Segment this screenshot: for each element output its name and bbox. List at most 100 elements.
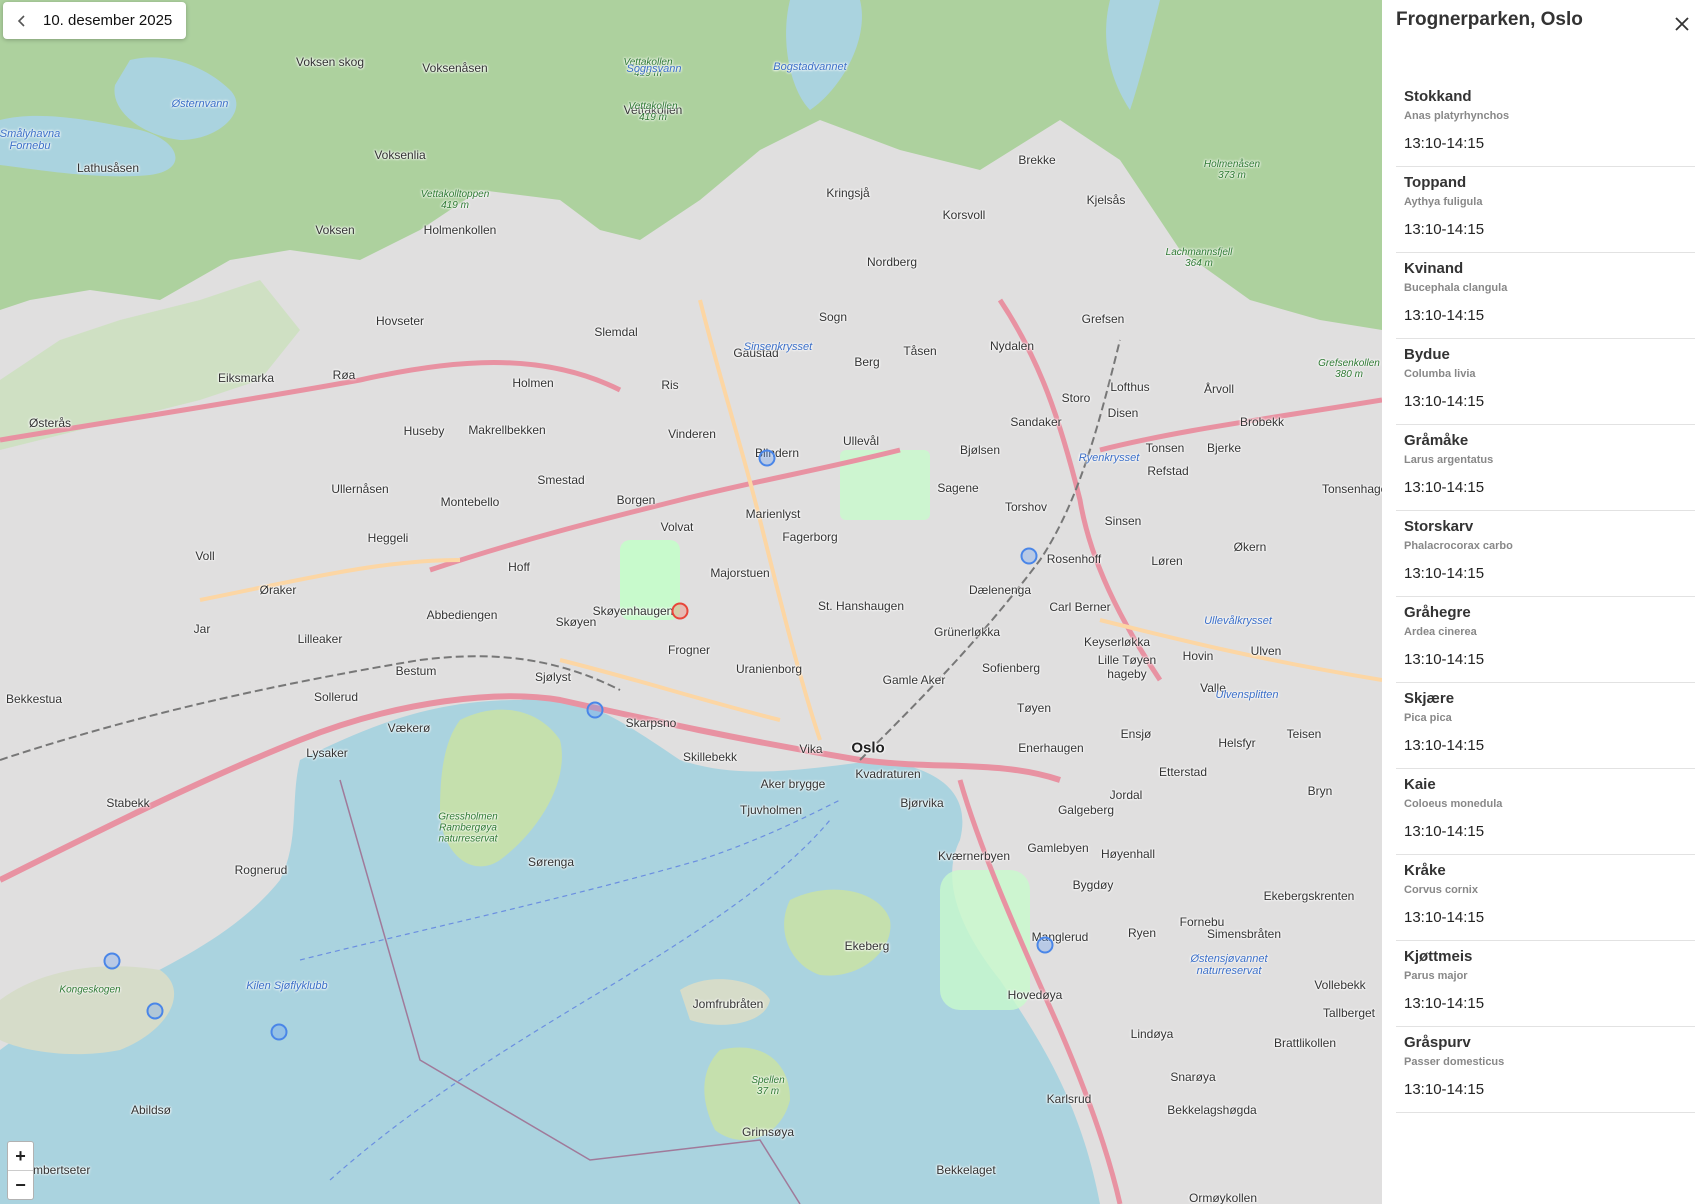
place-label: Bjørvika [900, 796, 944, 810]
place-label: Dælenenga [968, 583, 1032, 597]
place-label: Helsfyr [1218, 736, 1256, 750]
species-scientific-name: Bucephala clangula [1404, 282, 1508, 294]
sighting-marker[interactable] [146, 1002, 164, 1020]
place-label: Kilen Sjøflyklubb [246, 980, 328, 992]
species-scientific-name: Ardea cinerea [1404, 626, 1477, 638]
place-label: Nydalen [989, 339, 1035, 353]
place-label: Hovedøya [1007, 988, 1063, 1002]
place-label: Stabekk [106, 796, 150, 810]
place-label: Aker brygge [760, 777, 826, 791]
sighting-marker[interactable] [758, 449, 776, 467]
species-item[interactable]: Bydue Columba livia 13:10-14:15 [1396, 339, 1695, 425]
species-time: 13:10-14:15 [1404, 909, 1485, 926]
species-item[interactable]: Skjære Pica pica 13:10-14:15 [1396, 683, 1695, 769]
sighting-marker[interactable] [1036, 936, 1054, 954]
place-label: Gamle Aker [882, 673, 946, 687]
place-label: Borgen [616, 493, 656, 507]
species-scientific-name: Corvus cornix [1404, 884, 1478, 896]
place-label: Ullevål [842, 434, 880, 448]
place-label: Tallberget [1322, 1006, 1376, 1020]
place-label: Vettakolltoppen 419 m [420, 189, 490, 211]
place-label: Ormøykollen [1188, 1191, 1258, 1204]
place-label: Holmenåsen 373 m [1203, 159, 1261, 181]
species-name: Kvinand [1404, 260, 1464, 277]
species-name: Gråhegre [1404, 604, 1471, 621]
place-label: Tonsenhagen [1321, 482, 1382, 496]
sighting-marker[interactable] [103, 952, 121, 970]
place-label: Teisen [1286, 727, 1322, 741]
place-label: Tåsen [903, 344, 937, 358]
place-label: Grünerløkka [933, 625, 1001, 639]
place-label: Grimsøya [742, 1125, 794, 1139]
place-label: Kjelsås [1086, 193, 1126, 207]
place-label: Kvadraturen [855, 767, 921, 781]
place-label: Øraker [259, 583, 297, 597]
sighting-marker[interactable] [270, 1023, 288, 1041]
species-item[interactable]: Gråmåke Larus argentatus 13:10-14:15 [1396, 425, 1695, 511]
place-label: Ullernåsen [331, 482, 389, 496]
place-label: Jordal [1109, 788, 1143, 802]
place-label: Simensbråten [1206, 927, 1282, 941]
place-label: Volvat [660, 520, 694, 534]
species-scientific-name: Anas platyrhynchos [1404, 110, 1510, 122]
place-label: Lachmannsfjell 364 m [1165, 247, 1233, 269]
place-label: Gamlebyen [1027, 841, 1089, 855]
species-name: Stokkand [1404, 88, 1472, 105]
place-label: Spellen 37 m [751, 1075, 785, 1097]
species-list: Stokkand Anas platyrhynchos 13:10-14:15 Top… [1396, 81, 1695, 1113]
place-label: Berg [854, 355, 880, 369]
map-base-layer [0, 0, 1382, 1204]
species-time: 13:10-14:15 [1404, 1081, 1485, 1098]
sighting-marker[interactable] [1020, 547, 1038, 565]
species-item[interactable]: Gråhegre Ardea cinerea 13:10-14:15 [1396, 597, 1695, 683]
zoom-out-button[interactable]: − [8, 1170, 33, 1199]
place-label: Vinderen [668, 427, 716, 441]
place-label: Rosenhoff [1046, 552, 1102, 566]
place-label: Bogstadvannet [773, 61, 847, 73]
date-label: 10. desember 2025 [43, 12, 173, 29]
species-name: Toppand [1404, 174, 1467, 191]
species-item[interactable]: Storskarv Phalacrocorax carbo 13:10-14:15 [1396, 511, 1695, 597]
species-item[interactable]: Kråke Corvus cornix 13:10-14:15 [1396, 855, 1695, 941]
species-item[interactable]: Gråspurv Passer domesticus 13:10-14:15 [1396, 1027, 1695, 1113]
place-label: Sogn [818, 310, 848, 324]
map[interactable]: Voksen skog Voksenåsen Vettakollen 419 m Ve… [0, 0, 1382, 1204]
close-icon[interactable] [1672, 14, 1692, 34]
place-label: Røa [332, 368, 356, 382]
place-label: Makrellbekken [468, 423, 546, 437]
species-name: Kjøttmeis [1404, 948, 1473, 965]
species-time: 13:10-14:15 [1404, 565, 1485, 582]
place-label: Montebello [440, 495, 500, 509]
place-label: Hovseter [375, 314, 425, 328]
place-label: Østerås [28, 416, 72, 430]
species-item[interactable]: Kjøttmeis Parus major 13:10-14:15 [1396, 941, 1695, 1027]
place-label: Disen [1107, 406, 1139, 420]
place-label: Tjuvholmen [739, 803, 803, 817]
place-label: Voksenlia [374, 148, 426, 162]
species-scientific-name: Parus major [1404, 970, 1468, 982]
place-label: Brobekk [1239, 415, 1285, 429]
sighting-marker-selected[interactable] [671, 602, 689, 620]
zoom-control: + − [7, 1141, 34, 1200]
place-label: Etterstad [1158, 765, 1208, 779]
species-item[interactable]: Toppand Aythya fuligula 13:10-14:15 [1396, 167, 1695, 253]
place-label: Snarøya [1170, 1070, 1216, 1084]
zoom-in-button[interactable]: + [8, 1142, 33, 1170]
place-label: Smålyhavna Fornebu [0, 128, 61, 152]
species-scientific-name: Larus argentatus [1404, 454, 1494, 466]
species-item[interactable]: Stokkand Anas platyrhynchos 13:10-14:15 [1396, 81, 1695, 167]
sighting-marker[interactable] [586, 701, 604, 719]
place-label: Bjølsen [959, 443, 1001, 457]
date-navigation-button[interactable]: 10. desember 2025 [3, 2, 186, 39]
place-label: Tøyen [1016, 701, 1052, 715]
species-item[interactable]: Kvinand Bucephala clangula 13:10-14:15 [1396, 253, 1695, 339]
place-label: Lille Tøyen hageby [1097, 653, 1157, 681]
species-item[interactable]: Kaie Coloeus monedula 13:10-14:15 [1396, 769, 1695, 855]
place-label: Brekke [1018, 153, 1056, 167]
place-label: Galgeberg [1057, 803, 1115, 817]
place-label: Eiksmarka [217, 371, 275, 385]
place-label: Abildsø [130, 1103, 172, 1117]
place-label: Refstad [1147, 464, 1189, 478]
place-label: Bekkelagshøgda [1167, 1103, 1257, 1117]
place-label: Bekkestua [5, 692, 63, 706]
